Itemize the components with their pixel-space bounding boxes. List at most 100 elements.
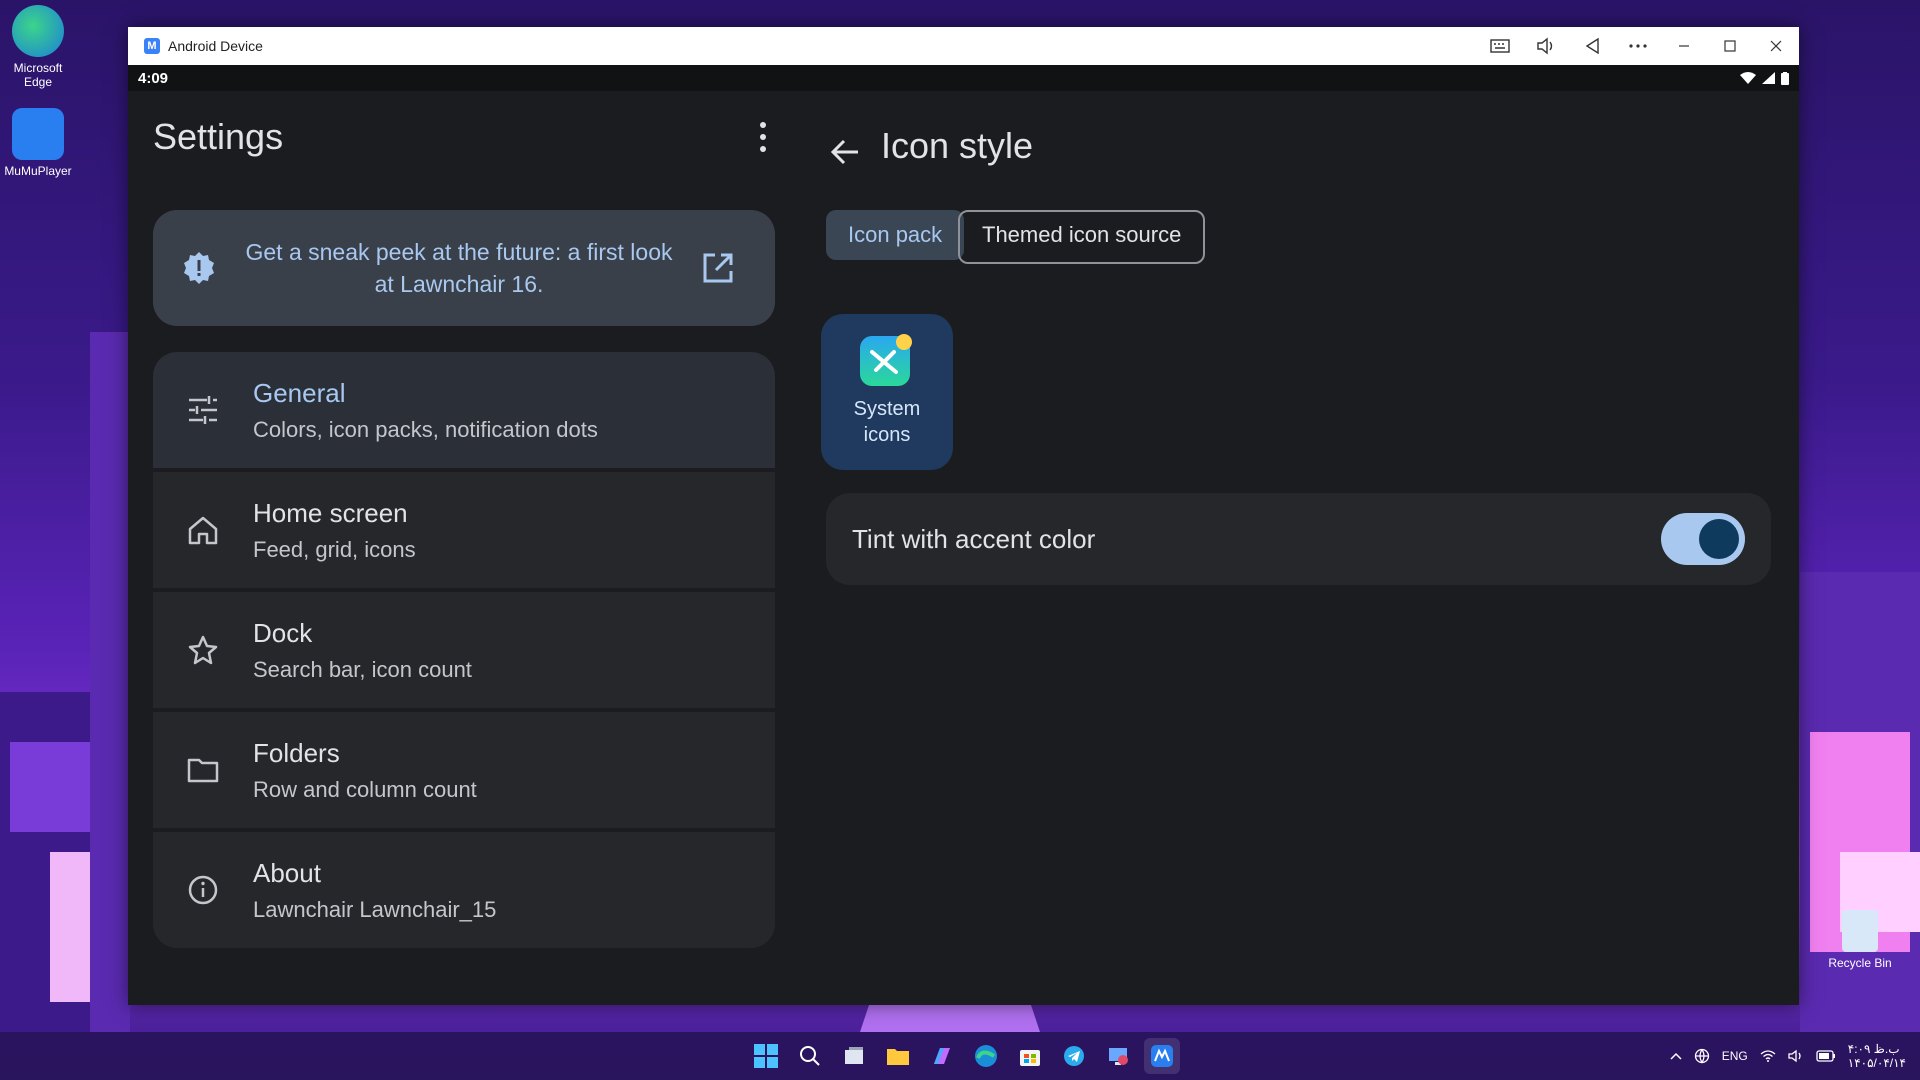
settings-item-title: Folders (253, 737, 340, 768)
telegram-button[interactable] (1056, 1038, 1092, 1074)
wifi-icon[interactable] (1760, 1050, 1776, 1062)
star-icon (183, 630, 223, 670)
settings-item-title: Dock (253, 617, 313, 648)
emulator-window: M Android Device 4:09 Settings Get a sne… (128, 27, 1799, 1005)
settings-item-title: Home screen (253, 497, 408, 528)
home-icon (183, 510, 223, 550)
mumuplayer-icon (1151, 1045, 1173, 1067)
battery-icon[interactable] (1816, 1050, 1836, 1062)
keyboard-button[interactable] (1477, 27, 1523, 65)
network-globe-icon[interactable] (1694, 1048, 1710, 1064)
settings-pane: Settings Get a sneak peek at the future:… (153, 91, 775, 948)
language-indicator[interactable]: ENG (1722, 1049, 1748, 1063)
task-view-icon (845, 1047, 863, 1064)
settings-list: General Colors, icon packs, notification… (153, 352, 775, 952)
edge-button[interactable] (968, 1038, 1004, 1074)
minimize-button[interactable] (1661, 27, 1707, 65)
settings-item-general[interactable]: General Colors, icon packs, notification… (153, 352, 775, 468)
settings-item-title: General (253, 377, 346, 408)
edge-icon (12, 5, 64, 57)
maximize-button[interactable] (1707, 27, 1753, 65)
desktop-icon-label: Recycle Bin (1828, 956, 1892, 970)
close-button[interactable] (1753, 27, 1799, 65)
search-button[interactable] (792, 1038, 828, 1074)
desktop-icon-label: MuMuPlayer (4, 164, 72, 178)
banner-text: Get a sneak peek at the future: a first … (245, 239, 673, 297)
windows-taskbar: ENG ب.ظ ۴:۰۹ ۱۴۰۵/۰۴/۱۴ (0, 1032, 1920, 1080)
close-icon (1770, 40, 1782, 52)
back-triangle-icon (1585, 37, 1599, 55)
folder-icon (183, 750, 223, 790)
signal-icon (1762, 72, 1775, 84)
window-title: Android Device (168, 38, 263, 54)
settings-item-subtitle: Colors, icon packs, notification dots (253, 416, 598, 442)
icon-pack-tile-system[interactable]: System icons (821, 314, 953, 470)
more-button[interactable] (1615, 27, 1661, 65)
copilot-icon (934, 1048, 950, 1064)
system-tray: ENG ب.ظ ۴:۰۹ ۱۴۰۵/۰۴/۱۴ (1670, 1032, 1906, 1080)
tint-label: Tint with accent color (852, 523, 1096, 554)
chevron-up-icon[interactable] (1670, 1052, 1682, 1060)
minimize-icon (1679, 45, 1689, 47)
folder-icon (887, 1049, 909, 1065)
settings-item-subtitle: Feed, grid, icons (253, 536, 416, 562)
settings-item-subtitle: Lawnchair Lawnchair_15 (253, 896, 497, 922)
system-icons-app-icon (860, 332, 914, 386)
maximize-icon (1724, 40, 1736, 52)
settings-item-subtitle: Row and column count (253, 776, 477, 802)
switch-knob (1699, 519, 1739, 559)
desktop-icon-edge[interactable]: Microsoft Edge (0, 5, 78, 89)
clock-time: ب.ظ ۴:۰۹ (1847, 1042, 1900, 1056)
speaker-icon[interactable] (1788, 1049, 1804, 1063)
lawnchair-16-banner[interactable]: Get a sneak peek at the future: a first … (153, 210, 775, 326)
store-button[interactable] (1012, 1038, 1048, 1074)
mumuplayer-taskbar-button[interactable] (1144, 1038, 1180, 1074)
tab-icon-pack[interactable]: Icon pack (826, 210, 965, 260)
settings-item-dock[interactable]: Dock Search bar, icon count (153, 592, 775, 708)
mumu-app-icon: M (144, 38, 160, 54)
edge-icon (975, 1045, 997, 1067)
remote-app-button[interactable] (1100, 1038, 1136, 1074)
tab-themed-icon-source[interactable]: Themed icon source (958, 210, 1206, 264)
tile-label: System icons (853, 398, 921, 446)
tint-toggle-switch[interactable] (1661, 513, 1745, 565)
keyboard-icon (1490, 39, 1510, 53)
info-icon (183, 870, 223, 910)
desktop-icon-mumuplayer[interactable]: MuMuPlayer (0, 108, 78, 178)
volume-button[interactable] (1523, 27, 1569, 65)
overflow-menu-icon[interactable] (753, 117, 773, 157)
android-status-bar: 4:09 (128, 65, 1799, 91)
copilot-button[interactable] (924, 1038, 960, 1074)
settings-item-home-screen[interactable]: Home screen Feed, grid, icons (153, 472, 775, 588)
window-titlebar[interactable]: M Android Device (128, 27, 1799, 65)
desktop-icon-recycle-bin[interactable]: Recycle Bin (1820, 910, 1900, 970)
tint-accent-row[interactable]: Tint with accent color (826, 493, 1771, 585)
android-back-button[interactable] (1569, 27, 1615, 65)
recycle-bin-icon (1842, 910, 1878, 952)
settings-item-about[interactable]: About Lawnchair Lawnchair_15 (153, 832, 775, 948)
status-time: 4:09 (138, 69, 169, 87)
settings-item-title: About (253, 857, 321, 888)
start-button[interactable] (748, 1038, 784, 1074)
volume-icon (1537, 37, 1553, 55)
more-icon (1629, 44, 1647, 48)
search-icon (800, 1046, 820, 1066)
remote-desktop-icon (1109, 1048, 1128, 1065)
mumuplayer-icon (12, 108, 64, 160)
sliders-icon (183, 390, 223, 430)
back-arrow-icon[interactable] (830, 137, 860, 167)
windows-start-icon (754, 1044, 778, 1068)
task-view-button[interactable] (836, 1038, 872, 1074)
telegram-icon (1064, 1046, 1084, 1066)
desktop-icon-label: Microsoft Edge (13, 61, 63, 89)
alert-badge-icon (184, 252, 214, 284)
settings-title: Settings (153, 116, 284, 157)
file-explorer-button[interactable] (880, 1038, 916, 1074)
open-external-icon (703, 253, 733, 283)
taskbar-clock[interactable]: ب.ظ ۴:۰۹ ۱۴۰۵/۰۴/۱۴ (1848, 1042, 1906, 1070)
icon-style-title: Icon style (881, 125, 1034, 166)
clock-date: ۱۴۰۵/۰۴/۱۴ (1847, 1056, 1906, 1070)
settings-item-folders[interactable]: Folders Row and column count (153, 712, 775, 828)
store-icon (1020, 1050, 1040, 1066)
wifi-icon (1740, 72, 1756, 84)
